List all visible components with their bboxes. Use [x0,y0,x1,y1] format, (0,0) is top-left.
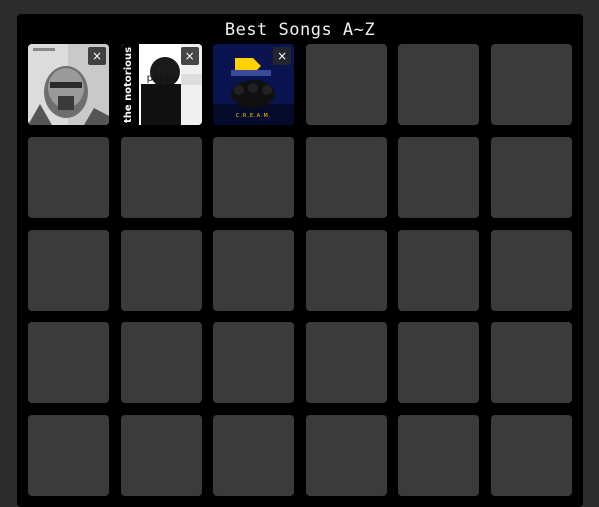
grid-slot-empty[interactable] [213,136,295,218]
grid-slot-empty[interactable] [305,229,387,311]
cover-side-text: the notorious [122,46,134,123]
chart-board: Best Songs A~Z × the notorious poppa × C… [17,14,583,507]
grid-slot-empty[interactable] [490,136,572,218]
grid-slot-empty[interactable] [305,44,387,125]
grid-slot-empty[interactable] [120,322,202,404]
remove-button[interactable]: × [180,47,199,65]
album-grid: × the notorious poppa × C.R.E.A.M. × [28,44,572,497]
grid-slot-empty[interactable] [28,415,109,497]
grid-slot-empty[interactable] [490,229,572,311]
remove-button[interactable]: × [273,47,292,65]
grid-slot-empty[interactable] [213,415,295,497]
grid-slot-empty[interactable] [28,229,109,311]
grid-slot-empty[interactable] [28,136,109,218]
grid-slot-empty[interactable] [305,322,387,404]
grid-slot-empty[interactable] [305,415,387,497]
grid-slot-empty[interactable] [213,229,295,311]
grid-slot-empty[interactable] [120,229,202,311]
grid-slot-empty[interactable] [490,415,572,497]
grid-slot-empty[interactable] [120,136,202,218]
board-title: Best Songs A~Z [224,20,376,40]
grid-slot-empty[interactable] [213,322,295,404]
grid-slot-empty[interactable] [398,44,480,125]
grid-slot-filled[interactable]: C.R.E.A.M. × [213,44,295,125]
grid-slot-filled[interactable]: the notorious poppa × [120,44,202,125]
grid-slot-empty[interactable] [120,415,202,497]
grid-slot-empty[interactable] [398,229,480,311]
grid-slot-empty[interactable] [28,322,109,404]
grid-slot-empty[interactable] [398,415,480,497]
grid-slot-filled[interactable]: × [28,44,109,125]
grid-slot-empty[interactable] [398,322,480,404]
cover-mid-text: poppa [146,73,178,84]
grid-slot-empty[interactable] [490,322,572,404]
remove-button[interactable]: × [88,47,106,65]
grid-slot-empty[interactable] [398,136,480,218]
cover-caption: C.R.E.A.M. [235,113,272,119]
grid-slot-empty[interactable] [305,136,387,218]
grid-slot-empty[interactable] [490,44,572,125]
